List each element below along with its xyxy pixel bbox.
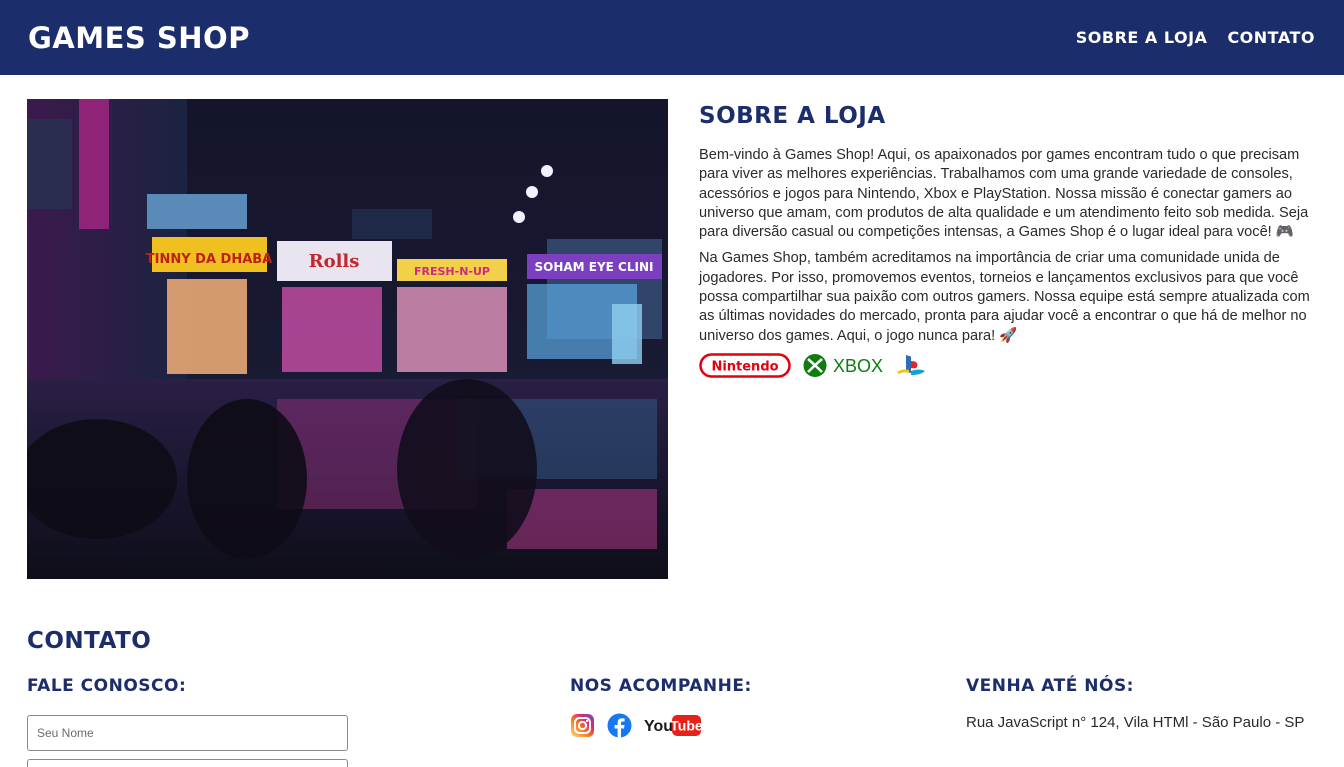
site-logo[interactable]: GAMES SHOP <box>28 21 250 55</box>
site-header: GAMES SHOP SOBRE A LOJA CONTATO <box>0 0 1344 75</box>
svg-text:You: You <box>644 718 673 735</box>
about-title: SOBRE A LOJA <box>699 103 886 129</box>
social-links: You Tube <box>570 713 702 738</box>
sign-dhaba: TINNY DA DHABA <box>146 252 272 267</box>
email-input[interactable] <box>27 759 348 767</box>
name-input[interactable] <box>27 715 348 751</box>
main-nav: SOBRE A LOJA CONTATO <box>1076 28 1315 47</box>
contact-title: CONTATO <box>27 628 152 654</box>
svg-text:Tube: Tube <box>670 718 702 734</box>
social-title: NOS ACOMPANHE: <box>570 676 752 696</box>
store-address: Rua JavaScript n° 124, Vila HTMl - São P… <box>966 714 1305 731</box>
nav-link-sobre[interactable]: SOBRE A LOJA <box>1076 28 1208 47</box>
svg-text:Nintendo: Nintendo <box>711 359 778 374</box>
brand-logos: Nintendo XBOX <box>699 353 1317 378</box>
xbox-logo: XBOX <box>803 353 883 377</box>
instagram-icon[interactable] <box>570 713 595 738</box>
about-paragraph-1: Bem-vindo à Games Shop! Aqui, os apaixon… <box>699 147 1309 241</box>
nav-link-contato[interactable]: CONTATO <box>1227 28 1315 47</box>
sign-soham: SOHAM EYE CLINI <box>535 260 654 274</box>
about-section: SOBRE A LOJA Bem-vindo à Games Shop! Aqu… <box>699 99 1317 378</box>
about-paragraph-2: Na Games Shop, também acreditamos na imp… <box>699 250 1310 344</box>
sign-rolls: Rolls <box>309 251 360 272</box>
facebook-icon[interactable] <box>607 713 632 738</box>
fale-conosco-title: FALE CONOSCO: <box>27 676 187 696</box>
nintendo-logo: Nintendo <box>699 353 791 378</box>
playstation-logo <box>897 354 925 375</box>
youtube-icon[interactable]: You Tube <box>644 713 702 738</box>
visit-title: VENHA ATÉ NÓS: <box>966 676 1134 696</box>
store-night-photo: TINNY DA DHABA Rolls FRESH-N-UP SOHAM EY… <box>27 99 668 579</box>
svg-text:XBOX: XBOX <box>833 356 883 376</box>
sign-fresh: FRESH-N-UP <box>414 265 490 278</box>
